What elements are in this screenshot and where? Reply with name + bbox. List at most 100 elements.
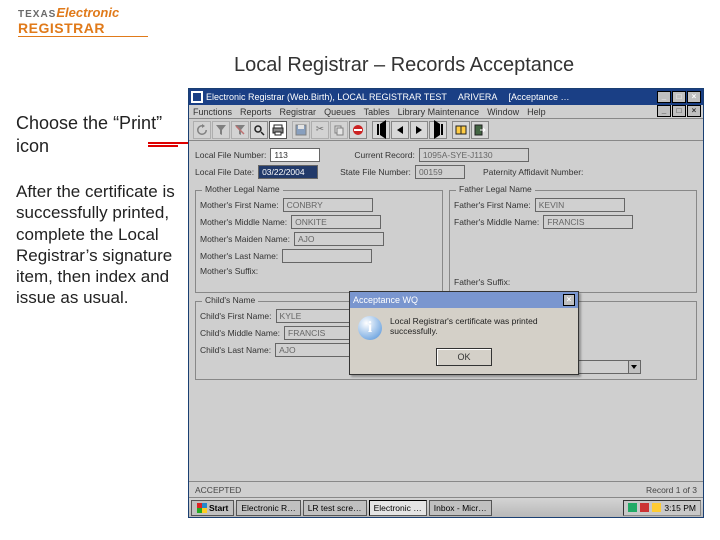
- mother-maiden-field: AJO: [294, 232, 384, 246]
- windows-flag-icon: [197, 503, 207, 513]
- instruction-column: Choose the “Print” icon After the certif…: [16, 112, 176, 309]
- instruction-after-print: After the certificate is successfully pr…: [16, 181, 176, 309]
- local-file-number-label: Local File Number:: [195, 150, 266, 160]
- print-icon[interactable]: [269, 121, 287, 139]
- book-icon[interactable]: [452, 121, 470, 139]
- cut-icon[interactable]: ✂: [311, 121, 329, 139]
- mdi-restore-button[interactable]: □: [672, 105, 686, 117]
- start-button[interactable]: Start: [191, 500, 234, 516]
- titlebar: Electronic Registrar (Web.Birth), LOCAL …: [189, 89, 703, 105]
- slide-title: Local Registrar – Records Acceptance: [234, 54, 574, 77]
- current-record-label: Current Record:: [354, 150, 414, 160]
- child-last-label: Child's Last Name:: [200, 345, 271, 355]
- nav-next-icon[interactable]: [410, 121, 428, 139]
- taskbar-item[interactable]: LR test scre…: [303, 500, 367, 516]
- menu-functions[interactable]: Functions: [193, 107, 232, 117]
- brand-logo: TEXASElectronic REGISTRAR: [18, 6, 148, 37]
- mother-name-group: Mother Legal Name Mother's First Name:CO…: [195, 190, 443, 293]
- father-middle-field: FRANCIS: [543, 215, 633, 229]
- paternity-affidavit-label: Paternity Affidavit Number:: [483, 167, 583, 177]
- nav-first-icon[interactable]: [372, 121, 390, 139]
- logo-registrar: REGISTRAR: [18, 21, 148, 35]
- state-file-number-field: 00159: [415, 165, 465, 179]
- filter-clear-icon[interactable]: [231, 121, 249, 139]
- mother-maiden-label: Mother's Maiden Name:: [200, 234, 290, 244]
- local-file-date-label: Local File Date:: [195, 167, 254, 177]
- filter-icon[interactable]: [212, 121, 230, 139]
- nav-last-icon[interactable]: [429, 121, 447, 139]
- dialog-ok-button[interactable]: OK: [436, 348, 492, 366]
- refresh-icon[interactable]: [193, 121, 211, 139]
- taskbar-item-active[interactable]: Electronic …: [369, 500, 427, 516]
- father-group-title: Father Legal Name: [456, 184, 535, 194]
- child-group-title: Child's Name: [202, 295, 258, 305]
- mdi-minimize-button[interactable]: _: [657, 105, 671, 117]
- exit-icon[interactable]: [471, 121, 489, 139]
- tray-icon[interactable]: [628, 503, 637, 512]
- father-first-label: Father's First Name:: [454, 200, 531, 210]
- child-first-label: Child's First Name:: [200, 311, 272, 321]
- statusbar: ACCEPTED Record 1 of 3: [189, 481, 703, 497]
- taskbar: Start Electronic R… LR test scre… Electr…: [189, 497, 703, 517]
- mother-last-field: [282, 249, 372, 263]
- copy-icon[interactable]: [330, 121, 348, 139]
- taskbar-item[interactable]: Inbox - Micr…: [429, 500, 492, 516]
- window-user: ARIVERA: [458, 92, 498, 102]
- tray-clock: 3:15 PM: [664, 503, 696, 513]
- nav-prev-icon[interactable]: [391, 121, 409, 139]
- child-middle-label: Child's Middle Name:: [200, 328, 280, 338]
- menu-library[interactable]: Library Maintenance: [398, 107, 480, 117]
- window-title-right: [Acceptance …: [508, 92, 569, 102]
- menu-window[interactable]: Window: [487, 107, 519, 117]
- dialog-close-button[interactable]: ×: [563, 294, 575, 306]
- menu-reports[interactable]: Reports: [240, 107, 272, 117]
- logo-electronic: Electronic: [56, 5, 119, 20]
- app-window: Electronic Registrar (Web.Birth), LOCAL …: [188, 88, 704, 518]
- logo-texas: TEXAS: [18, 9, 56, 20]
- state-file-number-label: State File Number:: [340, 167, 411, 177]
- toolbar: ✂: [189, 119, 703, 141]
- tray-icon[interactable]: [652, 503, 661, 512]
- father-name-group: Father Legal Name Father's First Name:KE…: [449, 190, 697, 293]
- dialog-message: Local Registrar's certificate was printe…: [390, 316, 570, 336]
- start-label: Start: [209, 503, 228, 513]
- menu-help[interactable]: Help: [527, 107, 546, 117]
- mother-group-title: Mother Legal Name: [202, 184, 283, 194]
- close-button[interactable]: ×: [687, 91, 701, 103]
- father-suffix-label: Father's Suffix:: [454, 277, 510, 287]
- minimize-button[interactable]: _: [657, 91, 671, 103]
- menubar: Functions Reports Registrar Queues Table…: [189, 105, 703, 119]
- maximize-button[interactable]: □: [672, 91, 686, 103]
- app-icon: [191, 91, 203, 103]
- dialog-title: Acceptance WQ: [353, 295, 418, 305]
- mother-first-label: Mother's First Name:: [200, 200, 279, 210]
- mother-last-label: Mother's Last Name:: [200, 251, 278, 261]
- mother-first-field: CONBRY: [283, 198, 373, 212]
- window-title: Electronic Registrar (Web.Birth), LOCAL …: [206, 92, 447, 102]
- taskbar-item[interactable]: Electronic R…: [236, 500, 300, 516]
- mother-middle-label: Mother's Middle Name:: [200, 217, 287, 227]
- stop-icon[interactable]: [349, 121, 367, 139]
- instruction-print: Choose the “Print” icon: [16, 112, 176, 157]
- status-right: Record 1 of 3: [646, 485, 697, 495]
- local-file-date-field[interactable]: 03/22/2004: [258, 165, 318, 179]
- tray-shield-icon[interactable]: [640, 503, 649, 512]
- local-file-number-field[interactable]: 113: [270, 148, 320, 162]
- status-left: ACCEPTED: [195, 485, 241, 495]
- dropdown-arrow-icon[interactable]: [629, 360, 641, 374]
- system-tray: 3:15 PM: [623, 500, 701, 516]
- print-success-dialog: Acceptance WQ × i Local Registrar's cert…: [349, 291, 579, 375]
- menu-queues[interactable]: Queues: [324, 107, 356, 117]
- mother-suffix-label: Mother's Suffix:: [200, 266, 258, 276]
- current-record-field: 1095A-SYE-J1130: [419, 148, 529, 162]
- menu-registrar[interactable]: Registrar: [280, 107, 317, 117]
- save-icon[interactable]: [292, 121, 310, 139]
- form-area: Local File Number: 113 Current Record: 1…: [189, 141, 703, 497]
- mdi-close-button[interactable]: ×: [687, 105, 701, 117]
- mother-middle-field: ONKITE: [291, 215, 381, 229]
- father-middle-label: Father's Middle Name:: [454, 217, 539, 227]
- search-icon[interactable]: [250, 121, 268, 139]
- menu-tables[interactable]: Tables: [364, 107, 390, 117]
- info-icon: i: [358, 316, 382, 340]
- father-first-field: KEVIN: [535, 198, 625, 212]
